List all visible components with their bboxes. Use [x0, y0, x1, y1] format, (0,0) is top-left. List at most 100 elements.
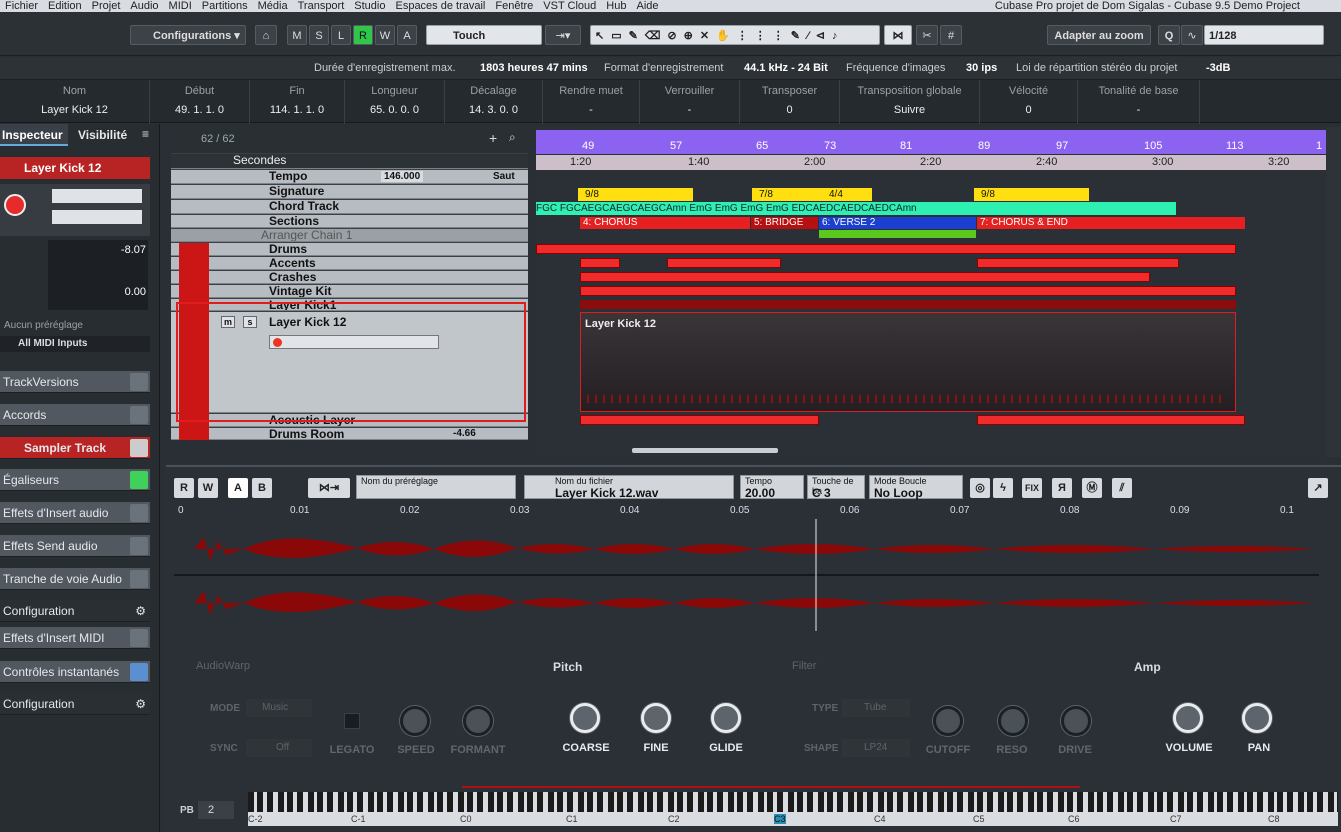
waveform-display[interactable]	[174, 519, 1319, 631]
track-buttons-row2[interactable]	[52, 210, 142, 224]
send-audio-icon[interactable]	[130, 537, 148, 555]
rec-time-value[interactable]: 1803 heures 47 mins	[480, 57, 588, 79]
gear-icon[interactable]: ⚙	[135, 693, 146, 715]
menu-espaces[interactable]: Espaces de travail	[390, 0, 490, 12]
filter-type-select[interactable]: Tube	[842, 699, 910, 717]
reso-knob[interactable]	[998, 706, 1028, 736]
tab-visibility[interactable]: Visibilité	[78, 124, 138, 146]
section-chorus-end[interactable]: 7: CHORUS & END	[977, 217, 1245, 229]
menu-projet[interactable]: Projet	[87, 0, 126, 12]
write-w-button[interactable]: W	[375, 25, 395, 45]
menu-partitions[interactable]: Partitions	[197, 0, 253, 12]
solo-s-button[interactable]: S	[309, 25, 329, 45]
menu-vstcloud[interactable]: VST Cloud	[538, 0, 601, 12]
info-col-mute[interactable]: Rendre muet -	[543, 80, 640, 124]
gear-icon[interactable]: ⚙	[135, 600, 146, 622]
time-ruler[interactable]: 1:20 1:40 2:00 2:20 2:40 3:00 3:20	[536, 155, 1326, 170]
track-drums-room[interactable]: Drums Room -4.66	[171, 428, 528, 440]
track-buttons-row1[interactable]	[52, 189, 142, 203]
audiowarp-label[interactable]: AudioWarp	[196, 660, 250, 672]
filter-shape-select[interactable]: LP24	[842, 739, 910, 757]
record-enable-icon[interactable]	[4, 194, 26, 216]
automation-a-button[interactable]: A	[397, 25, 417, 45]
cutoff-knob[interactable]	[933, 706, 963, 736]
menu-fichier[interactable]: Fichier	[0, 0, 43, 12]
coarse-knob[interactable]	[570, 703, 600, 733]
key-range-bar[interactable]	[462, 786, 1080, 788]
fix-button[interactable]: FIX	[1022, 478, 1042, 498]
automation-mode-select[interactable]: Touch	[426, 25, 542, 45]
sync-select[interactable]: Off	[246, 739, 312, 757]
section-sampler-track[interactable]: Sampler Track	[0, 437, 150, 459]
midi-input-select[interactable]: All MIDI Inputs	[0, 336, 150, 352]
section-chords[interactable]: Accords	[0, 404, 150, 426]
info-col-length[interactable]: Longueur 65. 0. 0. 0	[345, 80, 445, 124]
tempo-value[interactable]: 146.000	[381, 171, 424, 182]
track-sections[interactable]: Sections	[171, 215, 528, 228]
info-col-name[interactable]: Nom Layer Kick 12	[0, 80, 150, 124]
mono-icon[interactable]: Ⓜ	[1082, 478, 1102, 498]
a-button[interactable]: A	[228, 478, 248, 498]
b-button[interactable]: B	[252, 478, 272, 498]
chords-icon[interactable]	[130, 406, 148, 424]
section-insert-midi[interactable]: Effets d'Insert MIDI	[0, 627, 150, 649]
legato-checkbox[interactable]	[344, 713, 360, 729]
section-eq[interactable]: Égaliseurs	[0, 469, 150, 491]
menu-midi[interactable]: MIDI	[164, 0, 197, 12]
configurations-button[interactable]: Configurations ▾	[130, 25, 246, 45]
loop-mode-field[interactable]: Mode Boucle No Loop	[869, 475, 963, 500]
section-configuration-2[interactable]: Configuration ⚙	[0, 693, 150, 715]
menu-edition[interactable]: Edition	[43, 0, 87, 12]
filter-label[interactable]: Filter	[792, 660, 816, 672]
read-button[interactable]: R	[174, 478, 194, 498]
piano-keyboard[interactable]: C-2 C-1 C0 C1 C2 C3 C4 C5 C6 C7 C8	[248, 792, 1338, 826]
section-verse2[interactable]: 6: VERSE 2	[819, 217, 976, 229]
section-channel-strip[interactable]: Tranche de voie Audio	[0, 568, 150, 590]
track-drums[interactable]: Drums	[171, 243, 528, 256]
track-signature[interactable]: Signature	[171, 185, 528, 199]
info-col-offset[interactable]: Décalage 14. 3. 0. 0	[445, 80, 543, 124]
format-value[interactable]: 44.1 kHz - 24 Bit	[744, 57, 828, 79]
fine-knob[interactable]	[641, 703, 671, 733]
track-arranger[interactable]: Arranger Chain 1	[171, 229, 528, 242]
menu-fenetre[interactable]: Fenêtre	[490, 0, 538, 12]
acoustic-layer-event[interactable]	[580, 415, 819, 425]
expand-icon[interactable]: ↗	[1308, 478, 1328, 498]
fps-value[interactable]: 30 ips	[966, 57, 997, 79]
channel-strip-icon[interactable]	[130, 570, 148, 588]
quick-controls-icon[interactable]	[130, 663, 148, 681]
snap-icon[interactable]: ⋈⇥	[308, 478, 350, 498]
signature-event[interactable]: 9/8	[578, 188, 693, 201]
snap-icon[interactable]: ⋈	[884, 25, 912, 45]
accents-event[interactable]	[977, 258, 1179, 268]
bar-ruler[interactable]: 49 57 65 73 81 89 97 105 113 1	[536, 130, 1326, 154]
section-configuration[interactable]: Configuration ⚙	[0, 600, 150, 622]
formant-knob[interactable]	[463, 706, 493, 736]
lightning-icon[interactable]: ϟ	[993, 478, 1013, 498]
track-tempo[interactable]: Tempo 146.000 Saut	[171, 170, 528, 184]
grid-icon[interactable]: #	[940, 25, 962, 45]
write-button[interactable]: W	[198, 478, 218, 498]
quantize-icon[interactable]: Q	[1158, 25, 1180, 45]
info-col-transpose[interactable]: Transposer 0	[740, 80, 840, 124]
section-bridge[interactable]: 5: BRIDGE	[751, 217, 818, 229]
section-trackversions[interactable]: TrackVersions	[0, 371, 150, 393]
mode-select[interactable]: Music	[246, 699, 312, 717]
wave-icon[interactable]: ∿	[1181, 25, 1203, 45]
track-accents[interactable]: Accents	[171, 257, 528, 270]
listen-l-button[interactable]: L	[331, 25, 351, 45]
info-col-root-key[interactable]: Tonalité de base -	[1078, 80, 1200, 124]
vertical-scrollbar[interactable]	[1326, 127, 1341, 457]
menu-icon[interactable]: ≡	[142, 127, 149, 141]
info-col-lock[interactable]: Verrouiller -	[640, 80, 740, 124]
file-field[interactable]: Nom du fichier Layer Kick 12.wav	[524, 475, 734, 500]
info-col-global-transpose[interactable]: Transposition globale Suivre	[840, 80, 980, 124]
room-volume[interactable]: -4.66	[453, 428, 476, 439]
reverse-icon[interactable]: Я	[1052, 478, 1072, 498]
track-vintage-kit[interactable]: Vintage Kit	[171, 285, 528, 298]
accents-event[interactable]	[580, 258, 620, 268]
volume-pan-display[interactable]: -8.07 0.00	[48, 240, 148, 310]
menu-audio[interactable]: Audio	[125, 0, 163, 12]
tempo-saut[interactable]: Saut	[493, 171, 515, 182]
tab-inspector[interactable]: Inspecteur	[0, 124, 68, 146]
